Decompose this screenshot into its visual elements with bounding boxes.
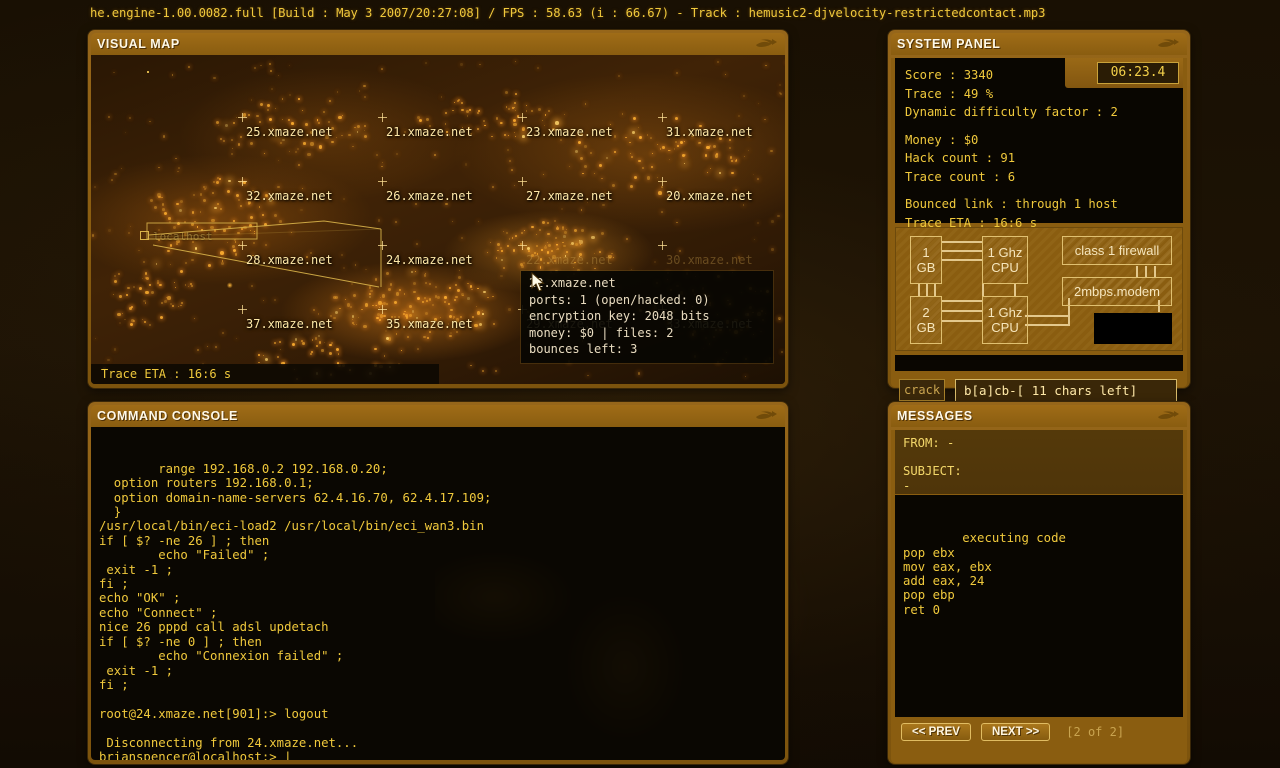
visual-map-title: VISUAL MAP [97, 37, 180, 51]
messages-header: MESSAGES [891, 405, 1187, 427]
message-subject-value: - [903, 479, 1183, 494]
system-stat-lines: Score : 3340Trace : 49 %Dynamic difficul… [905, 66, 1183, 232]
console-output[interactable]: range 192.168.0.2 192.168.0.20; option r… [91, 427, 785, 760]
visual-map-panel: VISUAL MAP localhost 25.xmaze.net 21.xmaz… [88, 30, 788, 388]
map-node-label[interactable]: 22.xmaze.net [526, 253, 613, 267]
app-root: VO he.engine-1.00.0082.full [Build : May… [0, 0, 1280, 768]
console-background-glow [435, 547, 755, 747]
map-node-label[interactable]: 25.xmaze.net [246, 125, 333, 139]
empty-hardware-slot[interactable] [1094, 313, 1172, 344]
cpu-module-2[interactable]: 1 Ghz CPU [982, 296, 1028, 344]
ram1-unit: GB [917, 260, 936, 275]
cpu-module-1[interactable]: 1 Ghz CPU [982, 236, 1028, 284]
map-node-label[interactable]: 28.xmaze.net [246, 253, 333, 267]
tooltip-encryption: encryption key: 2048 bits [529, 308, 765, 325]
map-node-label[interactable]: 20.xmaze.net [666, 189, 753, 203]
next-message-button[interactable]: NEXT >> [981, 723, 1050, 741]
tooltip-ports: ports: 1 (open/hacked: 0) [529, 292, 765, 309]
command-console-header: COMMAND CONSOLE [91, 405, 785, 427]
messages-panel: MESSAGES FROM: - SUBJECT: - executing co… [888, 402, 1190, 764]
swoosh-icon[interactable] [1155, 408, 1181, 424]
engine-title-bar: he.engine-1.00.0082.full [Build : May 3 … [0, 0, 1280, 26]
mission-clock: 06:23.4 [1097, 62, 1179, 84]
tooltip-bounces: bounces left: 3 [529, 341, 765, 358]
messages-body: FROM: - SUBJECT: - executing code pop eb… [891, 430, 1187, 763]
tooltip-host: 22.xmaze.net [529, 275, 765, 292]
system-stats: 06:23.4 Score : 3340Trace : 49 %Dynamic … [895, 58, 1183, 223]
map-node-label[interactable]: 30.xmaze.net [666, 253, 753, 267]
swoosh-icon[interactable] [1155, 36, 1181, 52]
ram1-value: 1 [922, 245, 929, 260]
command-console-panel: COMMAND CONSOLE range 192.168.0.2 192.16… [88, 402, 788, 764]
crack-button[interactable]: crack [899, 379, 945, 401]
system-stat-line [905, 186, 1183, 195]
map-node-label[interactable]: 24.xmaze.net [386, 253, 473, 267]
console-text: range 192.168.0.2 192.168.0.20; option r… [99, 462, 491, 760]
system-divider [895, 355, 1183, 371]
ram-module-2[interactable]: 2 GB [910, 296, 942, 344]
system-panel: SYSTEM PANEL 06:23.4 Score : 3340Trace :… [888, 30, 1190, 388]
system-stat-line: Money : $0 [905, 131, 1183, 150]
message-meta: FROM: - SUBJECT: - [895, 430, 1183, 494]
system-stat-line: Bounced link : through 1 host [905, 195, 1183, 214]
cpu2-speed: 1 Ghz [988, 305, 1023, 320]
crack-row: crack b[a]cb-[ 11 chars left] [899, 377, 1183, 403]
map-node-label[interactable]: 37.xmaze.net [246, 317, 333, 331]
map-node-label[interactable]: 32.xmaze.net [246, 189, 333, 203]
map-trace-eta-text: Trace ETA : 16:6 s [101, 367, 231, 381]
prev-message-button[interactable]: << PREV [901, 723, 971, 741]
system-stat-line: Trace count : 6 [905, 168, 1183, 187]
message-subject-label: SUBJECT: [903, 464, 1183, 479]
clock-container: 06:23.4 [1065, 58, 1183, 88]
localhost-marker[interactable] [140, 231, 149, 240]
crack-progress-field: b[a]cb-[ 11 chars left] [955, 379, 1177, 402]
map-node-label[interactable]: 21.xmaze.net [386, 125, 473, 139]
cpu2-type: CPU [991, 320, 1018, 335]
message-counter: [2 of 2] [1066, 725, 1124, 739]
system-panel-body: 06:23.4 Score : 3340Trace : 49 %Dynamic … [891, 58, 1187, 387]
map-node-label[interactable]: 27.xmaze.net [526, 189, 613, 203]
map-node-label[interactable]: 35.xmaze.net [386, 317, 473, 331]
system-stat-line: Hack count : 91 [905, 149, 1183, 168]
map-trace-eta: Trace ETA : 16:6 s [91, 364, 439, 384]
engine-title-text: he.engine-1.00.0082.full [Build : May 3 … [90, 6, 1045, 20]
visual-map-canvas[interactable]: localhost 25.xmaze.net 21.xmaze.net 23.xma… [91, 55, 785, 384]
ram2-value: 2 [922, 305, 929, 320]
ram-module-1[interactable]: 1 GB [910, 236, 942, 284]
cpu1-type: CPU [991, 260, 1018, 275]
message-content[interactable]: executing code pop ebx mov eax, ebx add … [895, 495, 1183, 717]
hardware-diagram: 1 GB 2 GB 1 Ghz CPU 1 Ghz CPU class 1 fi… [895, 227, 1183, 351]
message-from: FROM: - [903, 436, 1183, 451]
visual-map-header: VISUAL MAP [91, 33, 785, 55]
ram2-unit: GB [917, 320, 936, 335]
cpu1-speed: 1 Ghz [988, 245, 1023, 260]
map-node-label[interactable]: 26.xmaze.net [386, 189, 473, 203]
mouse-cursor-icon [531, 272, 545, 292]
system-panel-header: SYSTEM PANEL [891, 33, 1187, 55]
map-node-label[interactable]: 31.xmaze.net [666, 125, 753, 139]
swoosh-icon[interactable] [753, 36, 779, 52]
host-info-tooltip: 22.xmaze.net ports: 1 (open/hacked: 0) e… [521, 271, 773, 363]
messages-navigation: << PREV NEXT >> [2 of 2] [895, 719, 1183, 745]
messages-title: MESSAGES [897, 409, 973, 423]
tooltip-money-files: money: $0 | files: 2 [529, 325, 765, 342]
system-stat-line: Dynamic difficulty factor : 2 [905, 103, 1183, 122]
message-body-text: executing code pop ebx mov eax, ebx add … [903, 531, 1066, 616]
modem-module[interactable]: 2mbps.modem [1062, 277, 1172, 306]
firewall-module[interactable]: class 1 firewall [1062, 236, 1172, 265]
system-stat-line [905, 122, 1183, 131]
command-console-title: COMMAND CONSOLE [97, 409, 238, 423]
localhost-label: localhost [153, 230, 213, 243]
map-node-label[interactable]: 23.xmaze.net [526, 125, 613, 139]
swoosh-icon[interactable] [753, 408, 779, 424]
localhost-box [147, 71, 149, 73]
system-panel-title: SYSTEM PANEL [897, 37, 1001, 51]
